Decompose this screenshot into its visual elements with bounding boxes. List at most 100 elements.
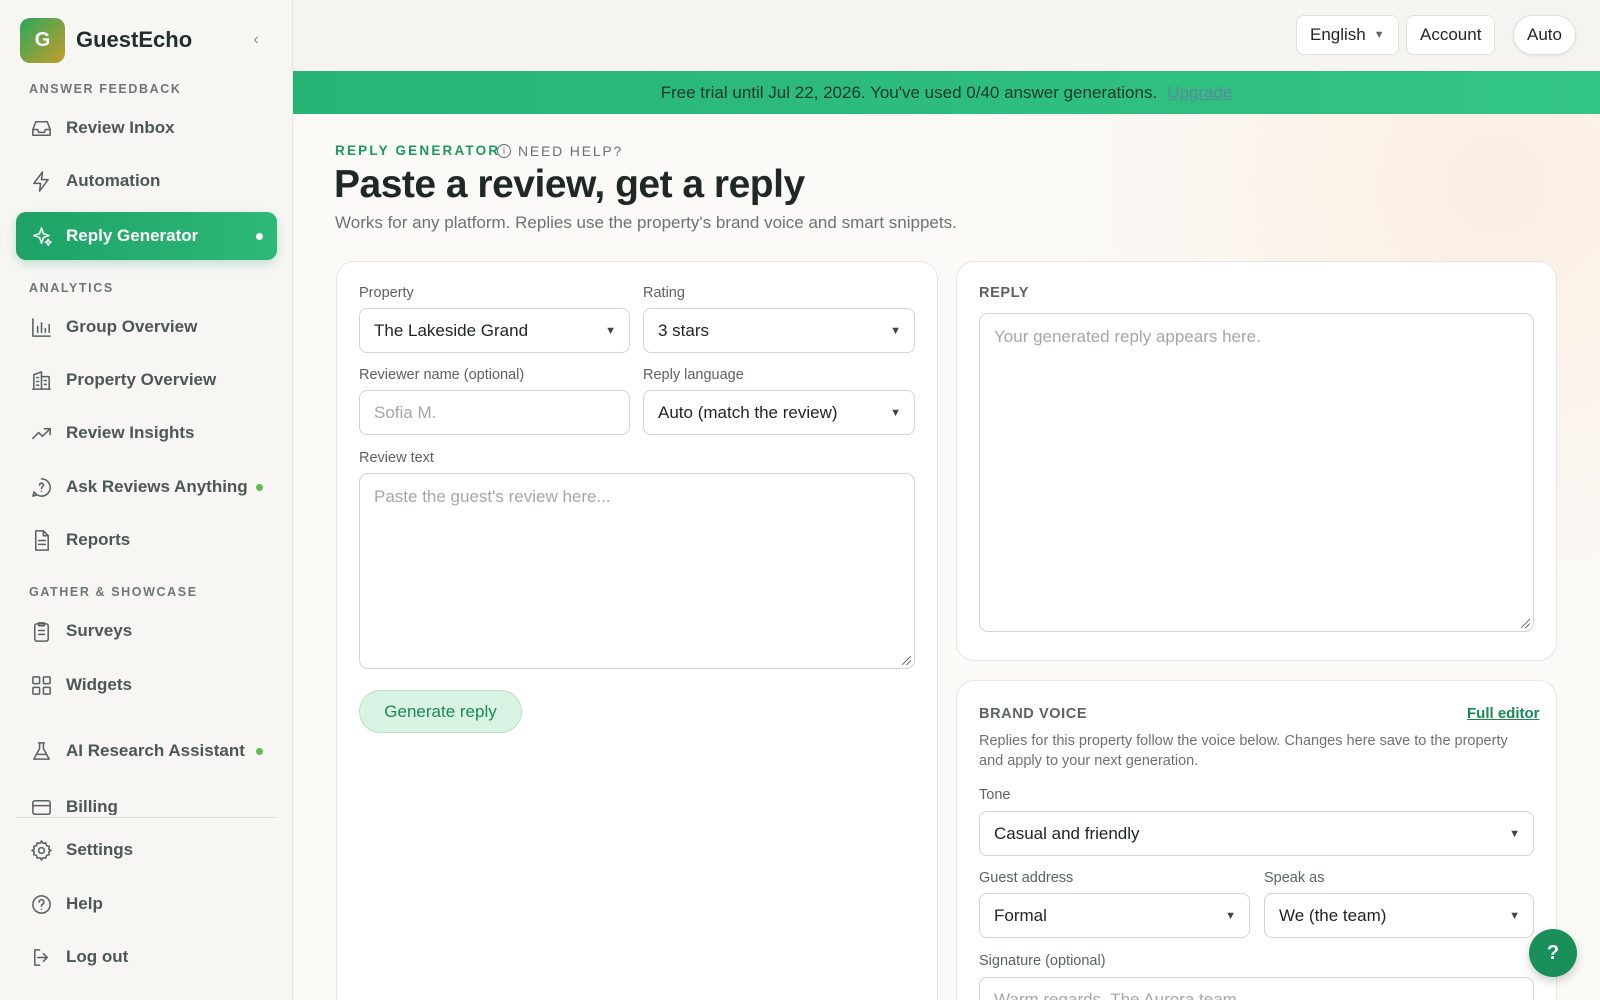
sidebar-item-automation[interactable]: Automation <box>16 157 277 205</box>
tone-select[interactable]: Casual and friendly ▼ <box>979 811 1534 856</box>
sidebar-item-label: Log out <box>66 947 129 966</box>
property-select-value: The Lakeside Grand <box>374 320 529 340</box>
help-circle-icon <box>29 892 53 916</box>
brand-voice-title: BRAND VOICE <box>979 706 1088 722</box>
bar-chart-icon <box>29 315 53 339</box>
sidebar-item-label: Help <box>66 894 103 913</box>
theme-toggle[interactable]: Auto <box>1513 15 1576 55</box>
sidebar-scroll-clip: Billing <box>0 770 293 815</box>
review-text-placeholder: Paste the guest's review here... <box>374 487 611 506</box>
rating-select-value: 3 stars <box>658 320 710 340</box>
sidebar-item-review-inbox[interactable]: Review Inbox <box>16 104 277 152</box>
account-button[interactable]: Account <box>1406 15 1496 55</box>
sidebar-item-billing[interactable]: Billing <box>16 783 277 815</box>
chevron-down-icon: ▼ <box>890 324 901 337</box>
chevron-down-icon: ▼ <box>1225 909 1236 922</box>
sidebar-item-label: Review Insights <box>66 423 195 442</box>
chevron-left-icon[interactable]: ‹ <box>246 29 266 51</box>
reply-output[interactable]: Your generated reply appears here. <box>979 313 1534 632</box>
chevron-down-icon: ▼ <box>1509 909 1520 922</box>
chevron-down-icon: ▼ <box>1373 29 1385 41</box>
gear-icon <box>29 838 53 862</box>
reply-language-select[interactable]: Auto (match the review) ▼ <box>643 390 915 435</box>
brand[interactable]: G GuestEcho <box>20 17 192 63</box>
help-fab-button[interactable]: ? <box>1529 929 1577 977</box>
chevron-down-icon: ▼ <box>1509 827 1520 840</box>
lightning-icon <box>29 169 53 193</box>
reply-language-value: Auto (match the review) <box>658 402 838 422</box>
sidebar-item-label: Group Overview <box>66 317 198 336</box>
section-label-answer-feedback: ANSWER FEEDBACK <box>29 82 182 96</box>
speak-as-value: We (the team) <box>1279 905 1387 925</box>
guest-address-select[interactable]: Formal ▼ <box>979 893 1250 938</box>
sidebar-item-settings[interactable]: Settings <box>16 826 277 874</box>
review-text-input[interactable]: Paste the guest's review here... <box>359 473 915 669</box>
reply-placeholder: Your generated reply appears here. <box>994 327 1261 346</box>
rating-select[interactable]: 3 stars ▼ <box>643 308 915 353</box>
sidebar-item-label: Automation <box>66 171 161 190</box>
brand-logo: G <box>20 17 65 63</box>
reply-language-label: Reply language <box>643 367 744 383</box>
sidebar-item-property-overview[interactable]: Property Overview <box>16 356 277 404</box>
property-label: Property <box>359 285 414 301</box>
generate-reply-button[interactable]: Generate reply <box>359 690 522 733</box>
active-dot <box>256 232 263 240</box>
tone-label: Tone <box>979 787 1011 803</box>
page-eyebrow: REPLY GENERATOR <box>335 143 501 158</box>
sidebar-item-label: AI Research Assistant <box>66 741 245 760</box>
flask-icon <box>29 739 53 763</box>
page-title: Paste a review, get a reply <box>334 163 805 206</box>
signature-input[interactable]: Warm regards, The Aurora team <box>979 977 1534 1000</box>
sidebar-item-review-insights[interactable]: Review Insights <box>16 409 277 457</box>
signature-label: Signature (optional) <box>979 953 1106 969</box>
page-subtitle: Works for any platform. Replies use the … <box>335 213 957 232</box>
trial-banner-text: Free trial until Jul 22, 2026. You've us… <box>660 82 1158 102</box>
sidebar-item-label: Reports <box>66 530 131 549</box>
resize-handle-icon[interactable] <box>1521 619 1530 628</box>
inbox-icon <box>29 116 53 140</box>
rating-label: Rating <box>643 285 685 301</box>
reviewer-name-label: Reviewer name (optional) <box>359 367 525 383</box>
section-label-analytics: ANALYTICS <box>29 281 114 295</box>
status-dot <box>256 483 263 491</box>
sidebar-item-ai-research-assistant[interactable]: AI Research Assistant <box>16 727 277 775</box>
resize-handle-icon[interactable] <box>902 656 911 665</box>
chat-question-icon <box>29 475 53 499</box>
tone-select-value: Casual and friendly <box>994 823 1140 843</box>
upgrade-link[interactable]: Upgrade <box>1167 83 1232 103</box>
sparkles-icon <box>29 224 53 248</box>
sidebar-item-group-overview[interactable]: Group Overview <box>16 303 277 351</box>
clipboard-icon <box>29 619 53 643</box>
trending-up-icon <box>29 421 53 445</box>
chevron-down-icon: ▼ <box>605 324 616 337</box>
sidebar-item-label: Surveys <box>66 621 133 640</box>
building-icon <box>29 368 53 392</box>
sidebar-item-log-out[interactable]: Log out <box>16 933 277 981</box>
guest-address-value: Formal <box>994 905 1047 925</box>
sidebar-divider <box>16 817 277 818</box>
sidebar: G GuestEcho ‹ ANSWER FEEDBACK Review Inb… <box>0 0 293 1000</box>
need-help-link[interactable]: i NEED HELP? <box>497 143 623 159</box>
sidebar-item-ask-reviews-anything[interactable]: Ask Reviews Anything <box>16 463 277 511</box>
info-icon: i <box>497 144 511 158</box>
status-dot <box>256 747 263 755</box>
language-select[interactable]: English ▼ <box>1296 15 1399 55</box>
sidebar-item-widgets[interactable]: Widgets <box>16 661 277 709</box>
sidebar-item-help[interactable]: Help <box>16 880 277 928</box>
sidebar-item-label: Billing <box>66 797 118 815</box>
language-select-value: English <box>1310 25 1366 44</box>
reviewer-name-input[interactable]: Sofia M. <box>359 390 630 435</box>
sidebar-item-reply-generator[interactable]: Reply Generator <box>16 212 277 260</box>
brand-name: GuestEcho <box>76 27 193 52</box>
review-text-label: Review text <box>359 450 434 466</box>
full-editor-link[interactable]: Full editor <box>1467 705 1540 722</box>
property-select[interactable]: The Lakeside Grand ▼ <box>359 308 630 353</box>
sidebar-item-label: Review Inbox <box>66 118 175 137</box>
sidebar-item-label: Property Overview <box>66 370 217 389</box>
chevron-down-icon: ▼ <box>890 406 901 419</box>
sidebar-item-surveys[interactable]: Surveys <box>16 607 277 655</box>
sidebar-item-reports[interactable]: Reports <box>16 516 277 564</box>
credit-card-icon <box>29 795 53 815</box>
need-help-label: NEED HELP? <box>518 143 624 159</box>
speak-as-select[interactable]: We (the team) ▼ <box>1264 893 1534 938</box>
